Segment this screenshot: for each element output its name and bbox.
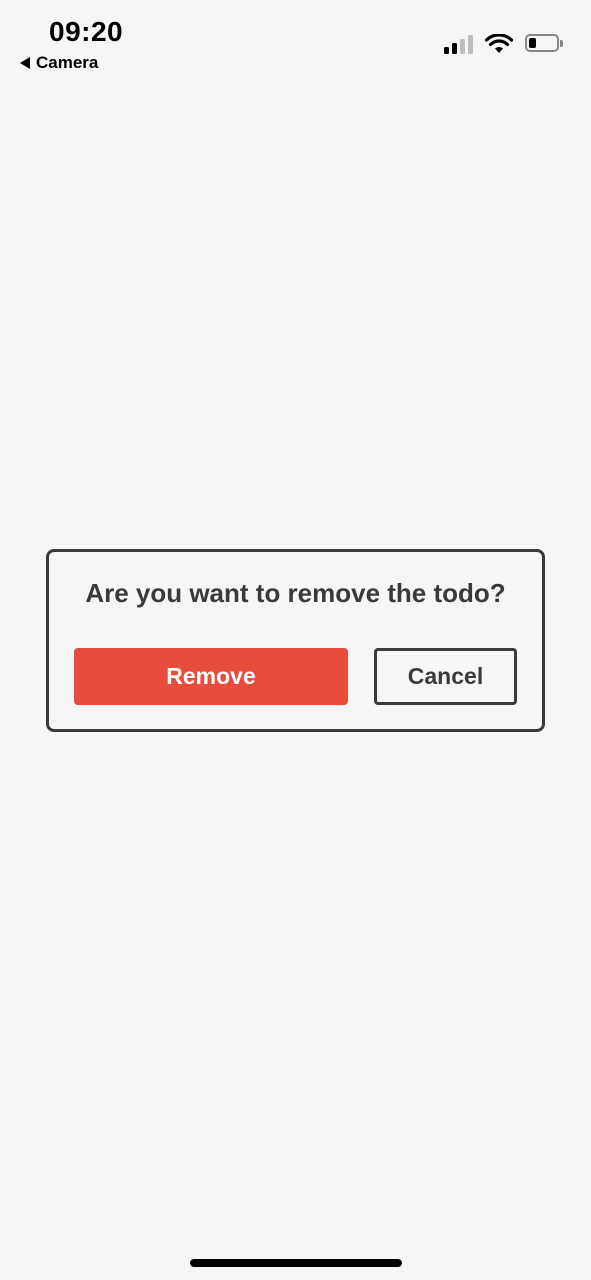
cellular-signal-icon xyxy=(444,34,473,54)
status-time: 09:20 xyxy=(49,16,124,47)
status-icons xyxy=(444,34,563,54)
back-link-label: Camera xyxy=(36,53,99,72)
signal-bar xyxy=(452,43,457,54)
remove-button[interactable]: Remove xyxy=(74,648,348,705)
home-indicator[interactable] xyxy=(190,1259,402,1267)
battery-tip xyxy=(560,40,563,47)
status-bar: 09:20 Camera xyxy=(0,0,591,80)
dialog-message: Are you want to remove the todo? xyxy=(85,578,506,608)
remove-todo-dialog: Are you want to remove the todo? Remove … xyxy=(46,549,545,732)
cancel-button[interactable]: Cancel xyxy=(374,648,517,705)
signal-bar xyxy=(444,47,449,54)
wifi-icon xyxy=(485,34,513,53)
signal-bar xyxy=(468,35,473,54)
battery-icon xyxy=(525,34,563,54)
battery-fill xyxy=(529,38,536,48)
signal-bar xyxy=(460,39,465,54)
back-to-camera-link[interactable]: Camera xyxy=(20,53,98,73)
back-arrow-icon xyxy=(20,57,30,69)
screen: 09:20 Camera Are you want to remove the … xyxy=(0,0,591,1280)
